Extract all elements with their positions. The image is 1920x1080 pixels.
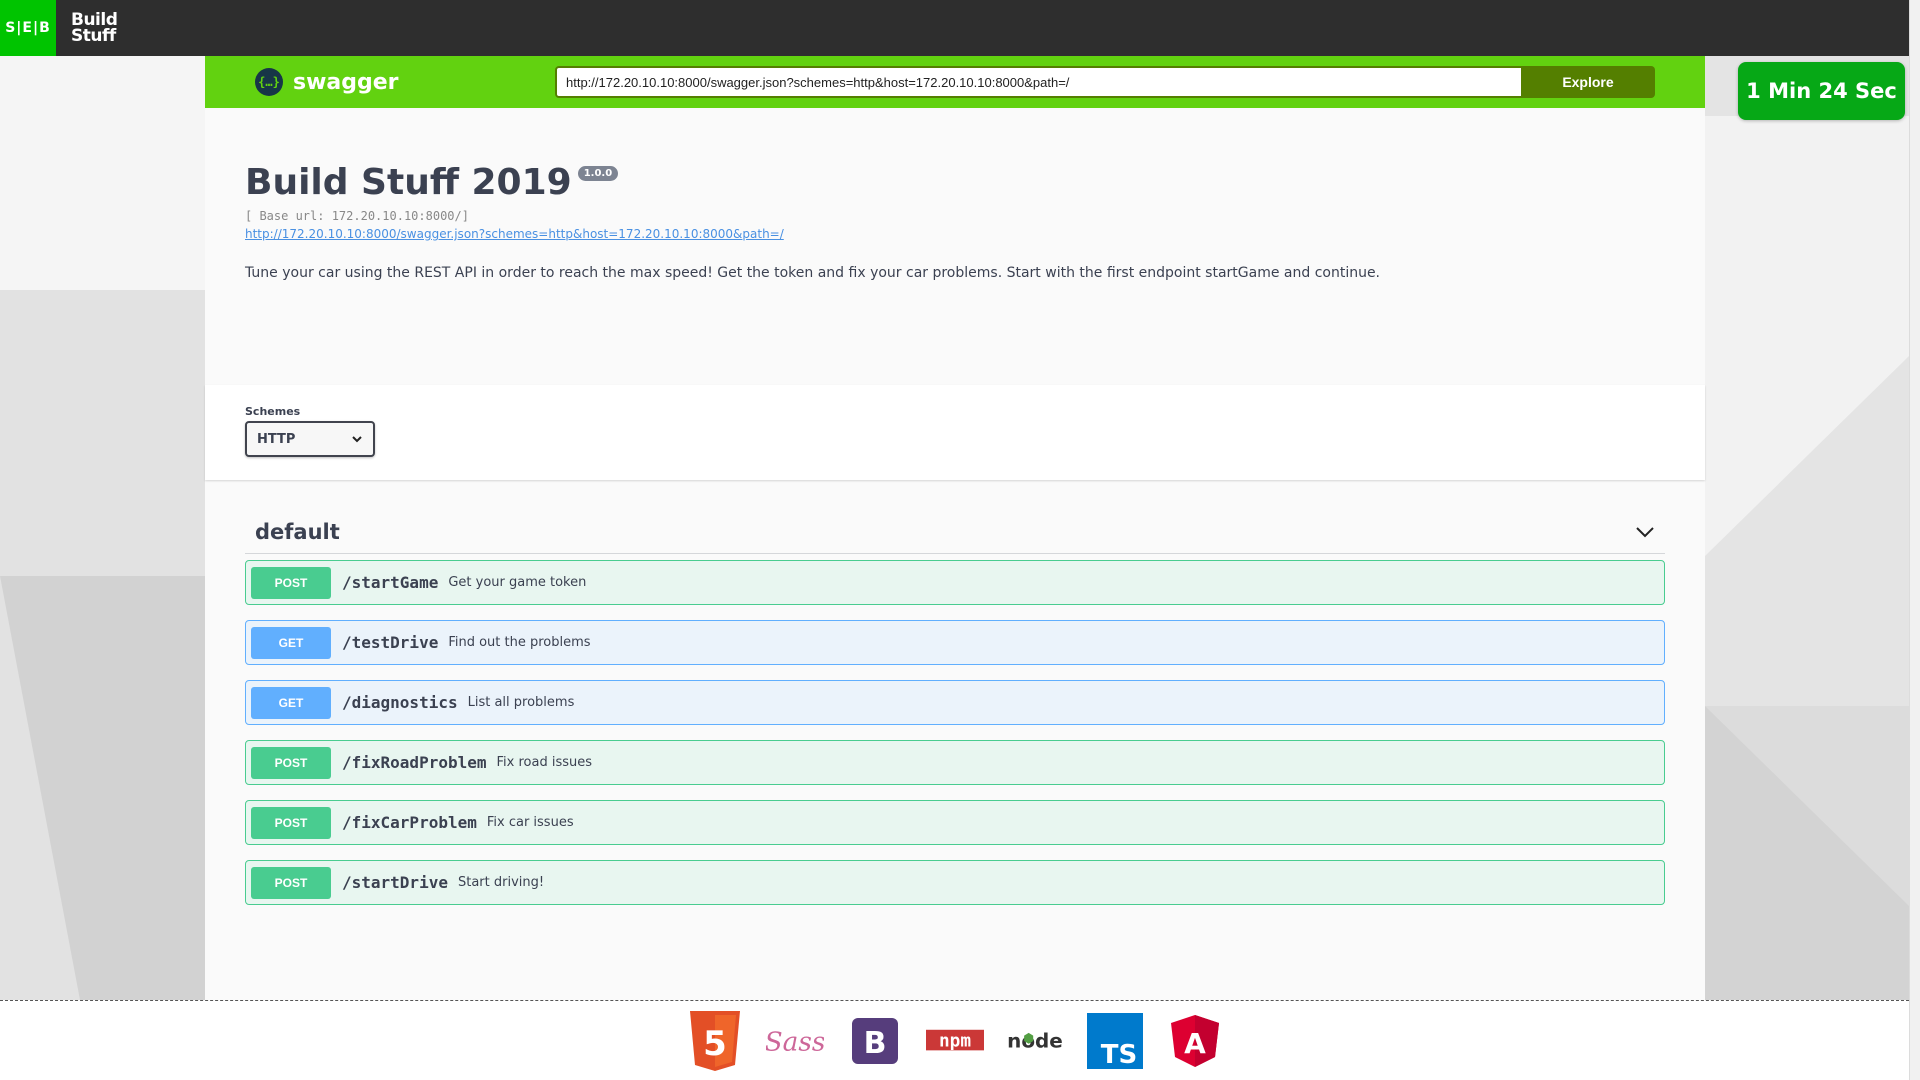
- html5-icon: 5: [686, 1010, 744, 1072]
- operation-fixroadproblem[interactable]: POST /fixRoadProblem Fix road issues: [245, 740, 1665, 785]
- svg-text:node: node: [1007, 1029, 1063, 1052]
- operation-startgame[interactable]: POST /startGame Get your game token: [245, 560, 1665, 605]
- operation-path: /testDrive: [342, 633, 439, 652]
- tag-header-default[interactable]: default: [245, 510, 1665, 554]
- operation-summary: List all problems: [467, 695, 575, 710]
- operation-path: /startDrive: [342, 873, 448, 892]
- api-info: Build Stuff 2019 1.0.0 [ Base url: 172.2…: [205, 108, 1705, 385]
- sass-icon: Sass: [766, 1010, 824, 1072]
- svg-text:5: 5: [703, 1024, 727, 1064]
- svg-text:B: B: [863, 1026, 886, 1061]
- operation-summary: Fix car issues: [486, 815, 574, 830]
- countdown-timer: 1 Min 24 Sec: [1738, 62, 1905, 120]
- method-badge: POST: [251, 866, 331, 899]
- operation-testdrive[interactable]: GET /testDrive Find out the problems: [245, 620, 1665, 665]
- operation-startdrive[interactable]: POST /startDrive Start driving!: [245, 860, 1665, 905]
- svg-text:TS: TS: [1100, 1040, 1136, 1069]
- method-badge: POST: [251, 746, 331, 779]
- operation-summary: Fix road issues: [496, 755, 593, 770]
- method-badge: POST: [251, 566, 331, 599]
- operation-diagnostics[interactable]: GET /diagnostics List all problems: [245, 680, 1665, 725]
- operation-summary: Find out the problems: [448, 635, 591, 650]
- chevron-down-icon: [352, 436, 362, 443]
- api-description: Tune your car using the REST API in orde…: [245, 265, 1381, 281]
- typescript-icon: TS: [1086, 1010, 1144, 1072]
- seb-logo: S|E|B: [0, 0, 56, 56]
- tag-name: default: [255, 519, 340, 544]
- method-badge: POST: [251, 806, 331, 839]
- svg-text:Sass: Sass: [766, 1027, 824, 1057]
- node-icon: node: [1006, 1010, 1064, 1072]
- swagger-logo-icon: {…}: [255, 68, 283, 96]
- operation-path: /startGame: [342, 573, 439, 592]
- schemes-select[interactable]: HTTP: [245, 421, 375, 457]
- operation-path: /fixCarProblem: [342, 813, 477, 832]
- operations-section: default POST /startGame Get your game to…: [205, 480, 1705, 905]
- buildstuff-logo: Build Stuff: [71, 12, 118, 46]
- schemes-selected: HTTP: [257, 431, 296, 447]
- operation-summary: Start driving!: [457, 875, 545, 890]
- spec-url-input[interactable]: http://172.20.10.10:8000/swagger.json?sc…: [555, 66, 1523, 98]
- npm-icon: npm: [925, 1010, 984, 1072]
- operation-summary: Get your game token: [448, 575, 587, 590]
- footer-tech-logos: 5 Sass B npm node TS A: [0, 1000, 1909, 1080]
- schemes-label: Schemes: [245, 405, 301, 418]
- scrollbar[interactable]: [1909, 0, 1920, 1080]
- swagger-topbar: {…} swagger http://172.20.10.10:8000/swa…: [205, 56, 1705, 108]
- method-badge: GET: [251, 686, 331, 719]
- page-title: Build Stuff 2019: [245, 162, 572, 203]
- buildstuff-logo-line2: Stuff: [71, 26, 116, 46]
- method-badge: GET: [251, 626, 331, 659]
- base-url: [ Base url: 172.20.10.10:8000/]: [245, 209, 469, 223]
- schemes-section: Schemes HTTP: [205, 385, 1705, 480]
- chevron-down-icon[interactable]: [1635, 526, 1655, 538]
- svg-text:A: A: [1184, 1027, 1206, 1060]
- top-bar: S|E|B Build Stuff: [0, 0, 1909, 56]
- svg-text:npm: npm: [938, 1031, 970, 1051]
- operation-path: /fixRoadProblem: [342, 753, 487, 772]
- operation-path: /diagnostics: [342, 693, 458, 712]
- angular-icon: A: [1166, 1010, 1224, 1072]
- spec-link[interactable]: http://172.20.10.10:8000/swagger.json?sc…: [245, 227, 784, 241]
- explore-button[interactable]: Explore: [1521, 66, 1655, 98]
- swagger-ui: {…} swagger http://172.20.10.10:8000/swa…: [205, 56, 1705, 1000]
- swagger-logo[interactable]: {…} swagger: [255, 68, 399, 96]
- version-badge: 1.0.0: [577, 166, 619, 181]
- bootstrap-icon: B: [846, 1010, 904, 1072]
- swagger-logo-text: swagger: [293, 69, 399, 95]
- operation-fixcarproblem[interactable]: POST /fixCarProblem Fix car issues: [245, 800, 1665, 845]
